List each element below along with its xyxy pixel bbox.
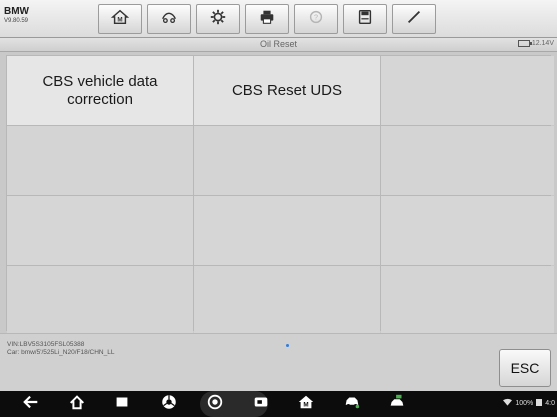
app-version: V9.80.59 <box>4 18 29 24</box>
battery-voltage: 12.14V <box>517 40 554 47</box>
back-icon <box>22 393 40 416</box>
pen-icon <box>405 8 423 31</box>
app-window: BMW V9.80.59 M ? Oil Reset 12.14V CBS ve… <box>0 0 557 417</box>
empty-cell <box>381 196 554 265</box>
empty-cell <box>381 126 554 195</box>
brand-block: BMW V9.80.59 <box>4 6 29 25</box>
function-grid: CBS vehicle data correction CBS Reset UD… <box>6 55 554 335</box>
vci-connect-button[interactable] <box>388 394 406 414</box>
home-icon <box>68 393 86 416</box>
car-icon <box>343 393 361 416</box>
esc-button[interactable]: ESC <box>499 349 551 387</box>
browser-button[interactable] <box>160 394 178 414</box>
empty-cell <box>381 266 554 335</box>
home-icon: M <box>110 8 130 31</box>
vin-text: VIN:LBV5S3105FSL05388 <box>7 341 85 348</box>
recents-button[interactable] <box>113 394 131 414</box>
svg-text:?: ? <box>314 12 318 21</box>
svg-text:M: M <box>303 401 308 408</box>
brand-name: BMW <box>4 6 29 17</box>
empty-cell <box>381 56 554 125</box>
empty-cell <box>7 126 193 195</box>
status-strip: Oil Reset 12.14V <box>0 38 557 52</box>
print-button[interactable] <box>245 4 289 34</box>
battery-icon <box>517 40 532 47</box>
camera-button[interactable] <box>206 394 224 414</box>
vehicle-select-button[interactable] <box>147 4 191 34</box>
chrome-icon <box>160 393 178 416</box>
car-lift-icon <box>160 8 178 31</box>
screenshot-button[interactable] <box>252 394 270 414</box>
system-tray: 100% 4:0 <box>503 398 555 408</box>
save-icon <box>356 8 374 31</box>
top-toolbar: BMW V9.80.59 M ? <box>0 0 557 38</box>
android-navbar: M 100% 4:0 <box>0 391 557 417</box>
vehicle-info: VIN:LBV5S3105FSL05388 Car: bmw/5'/525Li_… <box>7 341 114 357</box>
empty-cell <box>7 196 193 265</box>
autel-home-icon: M <box>297 393 315 416</box>
home-button[interactable]: M <box>98 4 142 34</box>
empty-cell <box>194 126 380 195</box>
autel-home-button[interactable]: M <box>297 394 315 414</box>
help-icon: ? <box>307 8 325 31</box>
battery-icon <box>536 398 543 408</box>
page-indicator-dot <box>286 344 289 347</box>
annotate-button[interactable] <box>392 4 436 34</box>
info-footer: VIN:LBV5S3105FSL05388 Car: bmw/5'/525Li_… <box>0 333 557 391</box>
help-button[interactable]: ? <box>294 4 338 34</box>
battery-percent: 100% <box>515 399 534 407</box>
car-connect-icon <box>388 393 406 416</box>
wifi-icon <box>503 398 513 408</box>
page-title: Oil Reset <box>259 39 297 49</box>
clock: 4:0 <box>545 399 555 407</box>
vehicle-button[interactable] <box>343 394 361 414</box>
save-button[interactable] <box>343 4 387 34</box>
cbs-reset-uds-button[interactable]: CBS Reset UDS <box>194 56 380 125</box>
recents-icon <box>113 393 131 416</box>
empty-cell <box>194 196 380 265</box>
settings-button[interactable] <box>196 4 240 34</box>
car-path-text: Car: bmw/5'/525Li_N20/F18/CHN_LL <box>7 349 115 356</box>
battery-voltage-value: 12.14V <box>531 40 554 47</box>
svg-text:M: M <box>117 16 122 23</box>
camera-icon <box>206 393 224 416</box>
empty-cell <box>194 266 380 335</box>
cbs-vehicle-data-correction-button[interactable]: CBS vehicle data correction <box>7 56 193 125</box>
empty-cell <box>7 266 193 335</box>
gear-icon <box>209 8 227 31</box>
screenshot-icon <box>252 393 270 416</box>
android-home-button[interactable] <box>68 394 86 414</box>
printer-icon <box>258 8 276 31</box>
back-button[interactable] <box>22 394 40 414</box>
